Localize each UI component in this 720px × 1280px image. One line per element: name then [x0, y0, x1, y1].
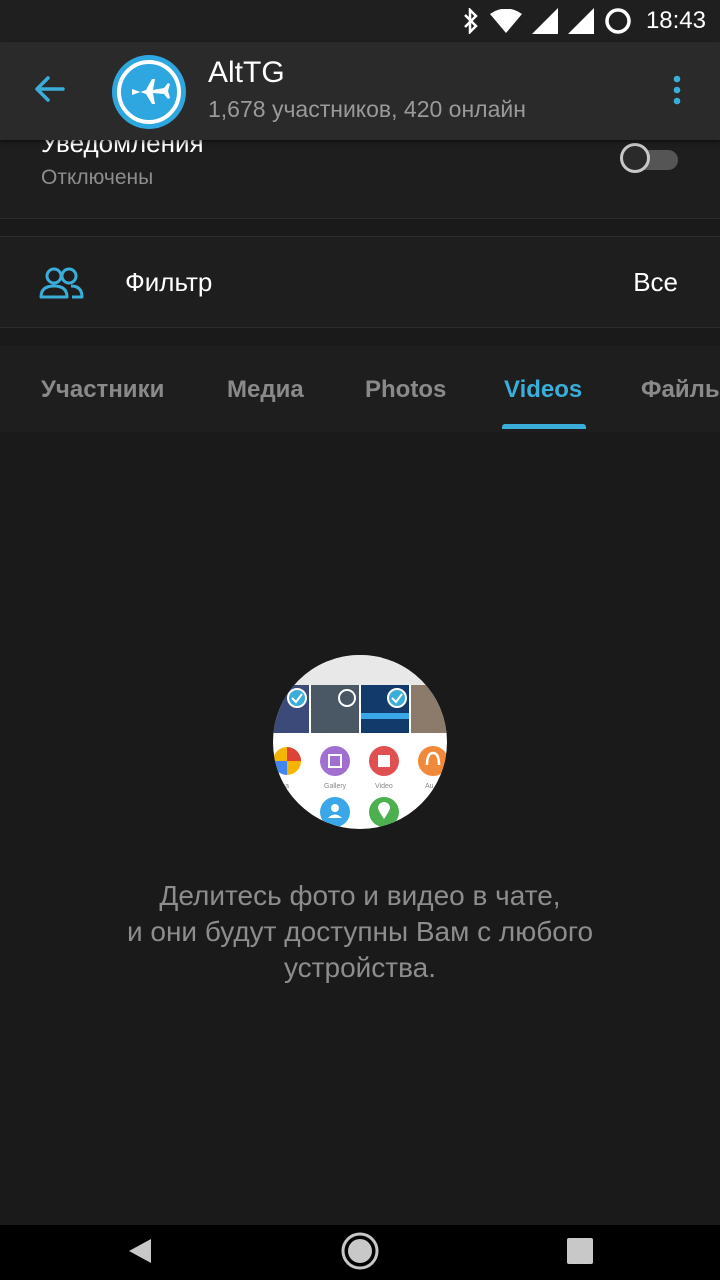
chat-avatar[interactable] — [112, 55, 186, 129]
tab-photos[interactable]: Photos — [365, 376, 446, 404]
empty-state-line: устройства. — [283, 952, 437, 983]
tab-participants[interactable]: Участники — [41, 376, 164, 404]
system-nav-bar — [0, 1225, 720, 1280]
chat-title[interactable]: AltTG — [208, 56, 285, 90]
wifi-icon — [489, 9, 522, 33]
tab-videos[interactable]: Videos — [504, 376, 582, 404]
tab-media[interactable]: Медиа — [227, 376, 304, 404]
signal-icon — [531, 8, 558, 34]
nav-recents-button[interactable] — [560, 1233, 600, 1273]
media-tabs: Участники Медиа Photos Videos Файлы — [0, 346, 720, 432]
empty-state-illustration: nera Gallery Video Au — [273, 655, 447, 829]
illustration-label: Au — [425, 783, 434, 790]
nav-back-button[interactable] — [120, 1233, 160, 1273]
illustration-label: Video — [375, 783, 393, 790]
filter-value: Все — [633, 267, 678, 297]
more-menu-button[interactable] — [662, 72, 692, 112]
notifications-row[interactable]: Уведомления Отключены — [0, 140, 720, 219]
filter-label: Фильтр — [125, 267, 213, 297]
empty-state-line: Делитесь фото и видео в чате, — [159, 880, 561, 911]
filter-row[interactable]: Фильтр Все — [0, 236, 720, 328]
notifications-title: Уведомления — [41, 140, 204, 158]
chat-header: AltTG 1,678 участников, 420 онлайн — [0, 42, 720, 140]
back-button[interactable] — [28, 70, 70, 112]
chat-subtitle: 1,678 участников, 420 онлайн — [208, 96, 526, 122]
tab-files[interactable]: Файлы — [641, 376, 720, 404]
home-circle-icon — [340, 1231, 380, 1276]
recents-square-icon — [564, 1235, 596, 1272]
bluetooth-icon — [462, 8, 480, 34]
illustration-label: nera — [275, 783, 289, 790]
status-time: 18:43 — [645, 7, 706, 34]
notifications-toggle[interactable] — [620, 143, 678, 173]
notifications-status: Отключены — [41, 166, 154, 189]
status-bar: 18:43 — [0, 0, 720, 42]
illustration-label: Gallery — [324, 783, 347, 790]
signal-icon — [567, 8, 594, 34]
toggle-knob — [620, 143, 650, 173]
people-icon — [38, 265, 86, 301]
active-tab-indicator — [502, 424, 586, 429]
empty-state-line: и они будут доступны Вам с любого — [126, 916, 594, 947]
nav-home-button[interactable] — [340, 1231, 380, 1276]
arrow-left-icon — [33, 75, 65, 108]
back-triangle-icon — [125, 1236, 155, 1271]
jet-logo-icon — [117, 60, 181, 124]
battery-icon — [604, 7, 632, 35]
more-vertical-icon — [673, 75, 681, 110]
empty-state-text: Делитесь фото и видео в чате, и они буду… — [60, 878, 660, 986]
